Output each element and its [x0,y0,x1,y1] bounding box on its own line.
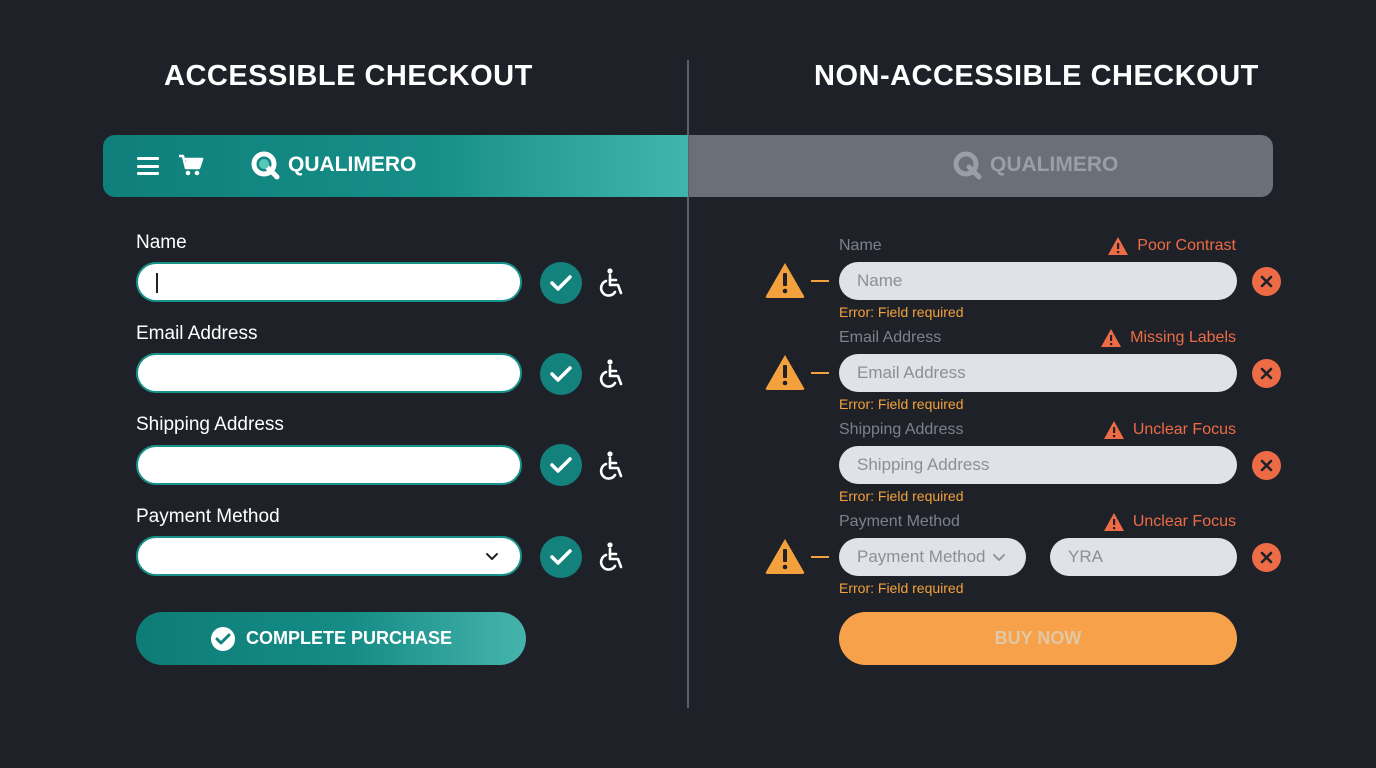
shipping-error-message: Error: Field required [839,488,964,504]
warning-connector [811,556,829,558]
buy-now-button[interactable]: BUY NOW [839,612,1237,665]
warning-icon [765,263,805,298]
error-x-icon [1252,543,1281,572]
payment-placeholder: Payment Method [857,547,986,566]
accessible-checkout-title: ACCESSIBLE CHECKOUT [164,60,533,92]
name-error-message: Error: Field required [839,304,964,320]
error-x-icon [1252,359,1281,388]
payment-method-select-low-contrast[interactable]: Payment Method [839,538,1026,576]
name-input-low-contrast[interactable]: Name [839,262,1237,300]
extra-placeholder: YRA [1068,547,1103,566]
name-placeholder: Name [857,271,903,290]
name-input[interactable] [136,262,522,302]
payment-error-message: Error: Field required [839,580,964,596]
warning-triangle-icon [1108,237,1129,255]
payment-method-label-low-contrast: Payment Method [839,513,960,530]
qualimero-logo-icon [953,151,982,180]
accessibility-wheelchair-icon [596,541,626,573]
hamburger-menu-icon[interactable] [137,157,159,175]
accessibility-wheelchair-icon [596,267,626,299]
poor-contrast-issue: Poor Contrast [1107,236,1236,256]
warning-triangle-icon [1101,329,1122,347]
chevron-down-icon [992,554,1005,561]
error-x-icon [1252,267,1281,296]
payment-method-label: Payment Method [136,506,280,527]
shopping-cart-icon[interactable] [178,153,204,177]
email-error-message: Error: Field required [839,396,964,412]
warning-connector [811,280,829,282]
shipping-placeholder: Shipping Address [857,455,990,474]
complete-purchase-label: COMPLETE PURCHASE [245,628,452,648]
brand-name: QUALIMERO [288,153,417,176]
email-placeholder: Email Address [857,363,966,382]
email-input-low-contrast[interactable]: Email Address [839,354,1237,392]
brand-name: QUALIMERO [990,153,1119,176]
warning-icon [765,539,805,574]
valid-check-icon [540,444,582,486]
warning-triangle-icon [1103,421,1124,439]
warning-connector [811,372,829,374]
non-accessible-brand-logo[interactable]: QUALIMERO [952,150,1118,180]
issue-label: Unclear Focus [1132,513,1236,530]
email-label-low-contrast: Email Address [839,329,942,346]
error-x-icon [1252,451,1281,480]
accessibility-wheelchair-icon [596,450,626,482]
email-input[interactable] [136,353,522,393]
shipping-address-input[interactable] [136,445,522,485]
accessibility-wheelchair-icon [596,358,626,390]
issue-label: Unclear Focus [1132,421,1236,438]
shipping-address-label-low-contrast: Shipping Address [839,421,964,438]
issue-label: Poor Contrast [1137,237,1236,254]
chevron-down-icon [486,553,498,560]
name-label-low-contrast: Name [839,237,882,254]
name-label: Name [136,232,187,253]
accessible-brand-logo[interactable]: QUALIMERO [250,150,416,180]
non-accessible-checkout-title: NON-ACCESSIBLE CHECKOUT [814,60,1259,92]
missing-labels-issue: Missing Labels [1100,328,1236,348]
unlabeled-extra-input[interactable]: YRA [1050,538,1237,576]
unclear-focus-issue: Unclear Focus [1103,512,1236,532]
qualimero-logo-icon [251,151,280,180]
shipping-address-label: Shipping Address [136,414,284,435]
shipping-address-input-low-contrast[interactable]: Shipping Address [839,446,1237,484]
unclear-focus-issue: Unclear Focus [1103,420,1236,440]
payment-method-select[interactable] [136,536,522,576]
text-cursor [156,273,158,293]
valid-check-icon [540,262,582,304]
warning-triangle-icon [1103,513,1124,531]
email-label: Email Address [136,323,258,344]
warning-icon [765,355,805,390]
buy-now-label: BUY NOW [994,628,1082,648]
check-circle-icon [210,626,235,651]
complete-purchase-button[interactable]: COMPLETE PURCHASE [136,612,526,665]
valid-check-icon [540,536,582,578]
valid-check-icon [540,353,582,395]
issue-label: Missing Labels [1130,329,1236,346]
